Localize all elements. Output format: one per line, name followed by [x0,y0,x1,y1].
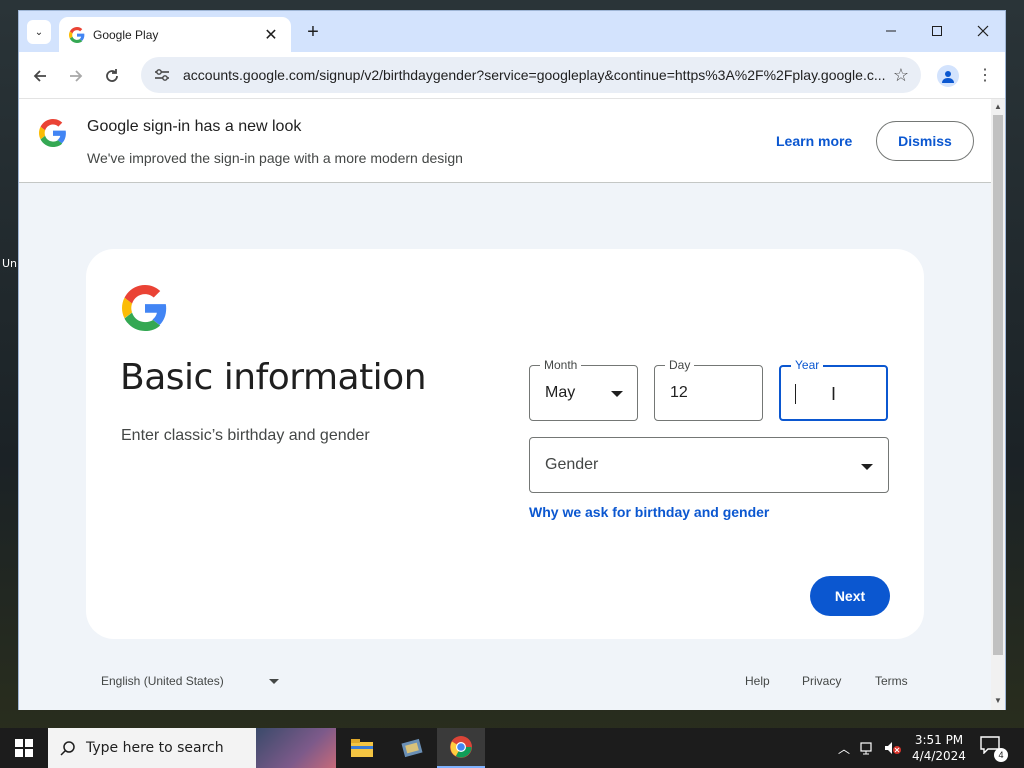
network-icon[interactable] [860,741,876,755]
address-bar[interactable]: accounts.google.com/signup/v2/birthdayge… [141,57,921,93]
month-select[interactable]: Month May [529,358,638,421]
why-birthday-gender-link[interactable]: Why we ask for birthday and gender [529,504,769,520]
start-button[interactable] [0,728,48,768]
next-button[interactable]: Next [810,576,890,616]
gender-placeholder: Gender [545,456,599,473]
action-center-button[interactable]: 4 [980,736,1008,762]
day-field[interactable]: Day 12 [654,358,763,421]
taskbar-search[interactable]: Type here to search [48,728,336,768]
learn-more-link[interactable]: Learn more [776,133,852,149]
banner-title: Google sign-in has a new look [87,118,302,135]
folder-icon [351,739,373,757]
chrome-taskbar-button[interactable] [437,728,485,768]
basic-information-card: Basic information Enter classic’s birthd… [86,249,924,639]
clock-time: 3:51 PM [914,733,964,747]
day-value: 12 [670,384,688,401]
chrome-icon [450,736,472,758]
tab-strip: ⌄ Google Play ✕ + [19,11,1005,52]
url-text[interactable]: accounts.google.com/signup/v2/birthdayge… [183,67,887,83]
chevron-down-icon: ⌄ [34,26,44,38]
tab-search-button[interactable]: ⌄ [27,20,51,44]
close-icon [977,25,989,37]
minimize-icon [886,30,896,32]
privacy-link[interactable]: Privacy [802,674,841,688]
chevron-up-icon[interactable]: ︿ [838,740,850,757]
app-icon [401,738,423,758]
notification-count-badge: 4 [994,748,1008,762]
taskbar: Type here to search ︿ 3:51 PM 4/4/2024 4 [0,728,1024,768]
close-window-button[interactable] [961,19,1005,43]
search-highlight-image [256,728,336,768]
scroll-down-icon[interactable]: ▼ [994,697,1002,705]
close-tab-icon[interactable]: ✕ [263,25,279,45]
google-logo-icon [39,119,66,147]
reload-button[interactable] [99,63,125,89]
language-selector[interactable]: English (United States) [101,674,279,688]
year-label: Year [791,358,824,372]
month-value: May [545,384,576,401]
arrow-left-icon [33,70,46,82]
browser-window: ⌄ Google Play ✕ + accounts.google.com/si… [18,10,1006,710]
system-tray: ︿ [838,728,902,768]
ibeam-cursor-icon: I [831,384,837,404]
taskbar-clock[interactable]: 3:51 PM 4/4/2024 [900,732,978,764]
windows-logo-icon [15,739,33,757]
bookmark-star-icon[interactable]: ☆ [893,65,909,86]
site-info-icon[interactable] [153,66,171,84]
page-subtitle: Enter classic’s birthday and gender [121,427,370,444]
google-logo-icon [122,285,167,331]
search-placeholder: Type here to search [86,740,224,756]
search-icon [60,741,75,756]
chevron-down-icon [268,678,279,684]
page-scrollbar[interactable]: ▲ ▼ [991,99,1005,710]
arrow-right-icon [70,70,83,82]
browser-menu-icon[interactable]: ⋮ [975,64,995,88]
browser-toolbar: accounts.google.com/signup/v2/birthdayge… [19,52,1005,99]
maximize-icon [932,26,942,36]
page-title: Basic information [120,357,427,398]
google-favicon-icon [69,26,85,43]
maximize-button[interactable] [915,19,959,43]
profile-avatar-icon[interactable] [937,65,959,87]
back-button[interactable] [27,63,53,89]
chevron-down-icon [611,391,623,397]
scroll-up-icon[interactable]: ▲ [994,103,1002,111]
banner-subtitle: We've improved the sign-in page with a m… [87,150,463,166]
day-label: Day [665,358,695,372]
minimize-button[interactable] [869,19,913,43]
new-tab-button[interactable]: + [301,20,325,44]
page-content: Google sign-in has a new look We've impr… [19,99,1005,710]
new-look-banner: Google sign-in has a new look We've impr… [19,99,991,183]
desktop-icon-label[interactable]: Un [2,257,17,270]
language-label: English (United States) [101,674,224,688]
text-caret [795,384,796,404]
reload-icon [106,69,118,82]
dismiss-button[interactable]: Dismiss [876,121,974,161]
forward-button[interactable] [63,63,89,89]
help-link[interactable]: Help [745,674,770,688]
file-explorer-button[interactable] [338,728,386,768]
tab-title: Google Play [93,27,159,42]
chevron-down-icon [861,464,873,470]
year-field[interactable]: Year I [779,358,888,421]
tab-google-play[interactable]: Google Play ✕ [59,17,291,52]
app-button[interactable] [388,728,436,768]
month-label: Month [540,358,582,372]
clock-date: 4/4/2024 [912,749,966,763]
scroll-thumb[interactable] [993,115,1003,655]
terms-link[interactable]: Terms [875,674,908,688]
gender-select[interactable]: Gender [529,437,889,493]
